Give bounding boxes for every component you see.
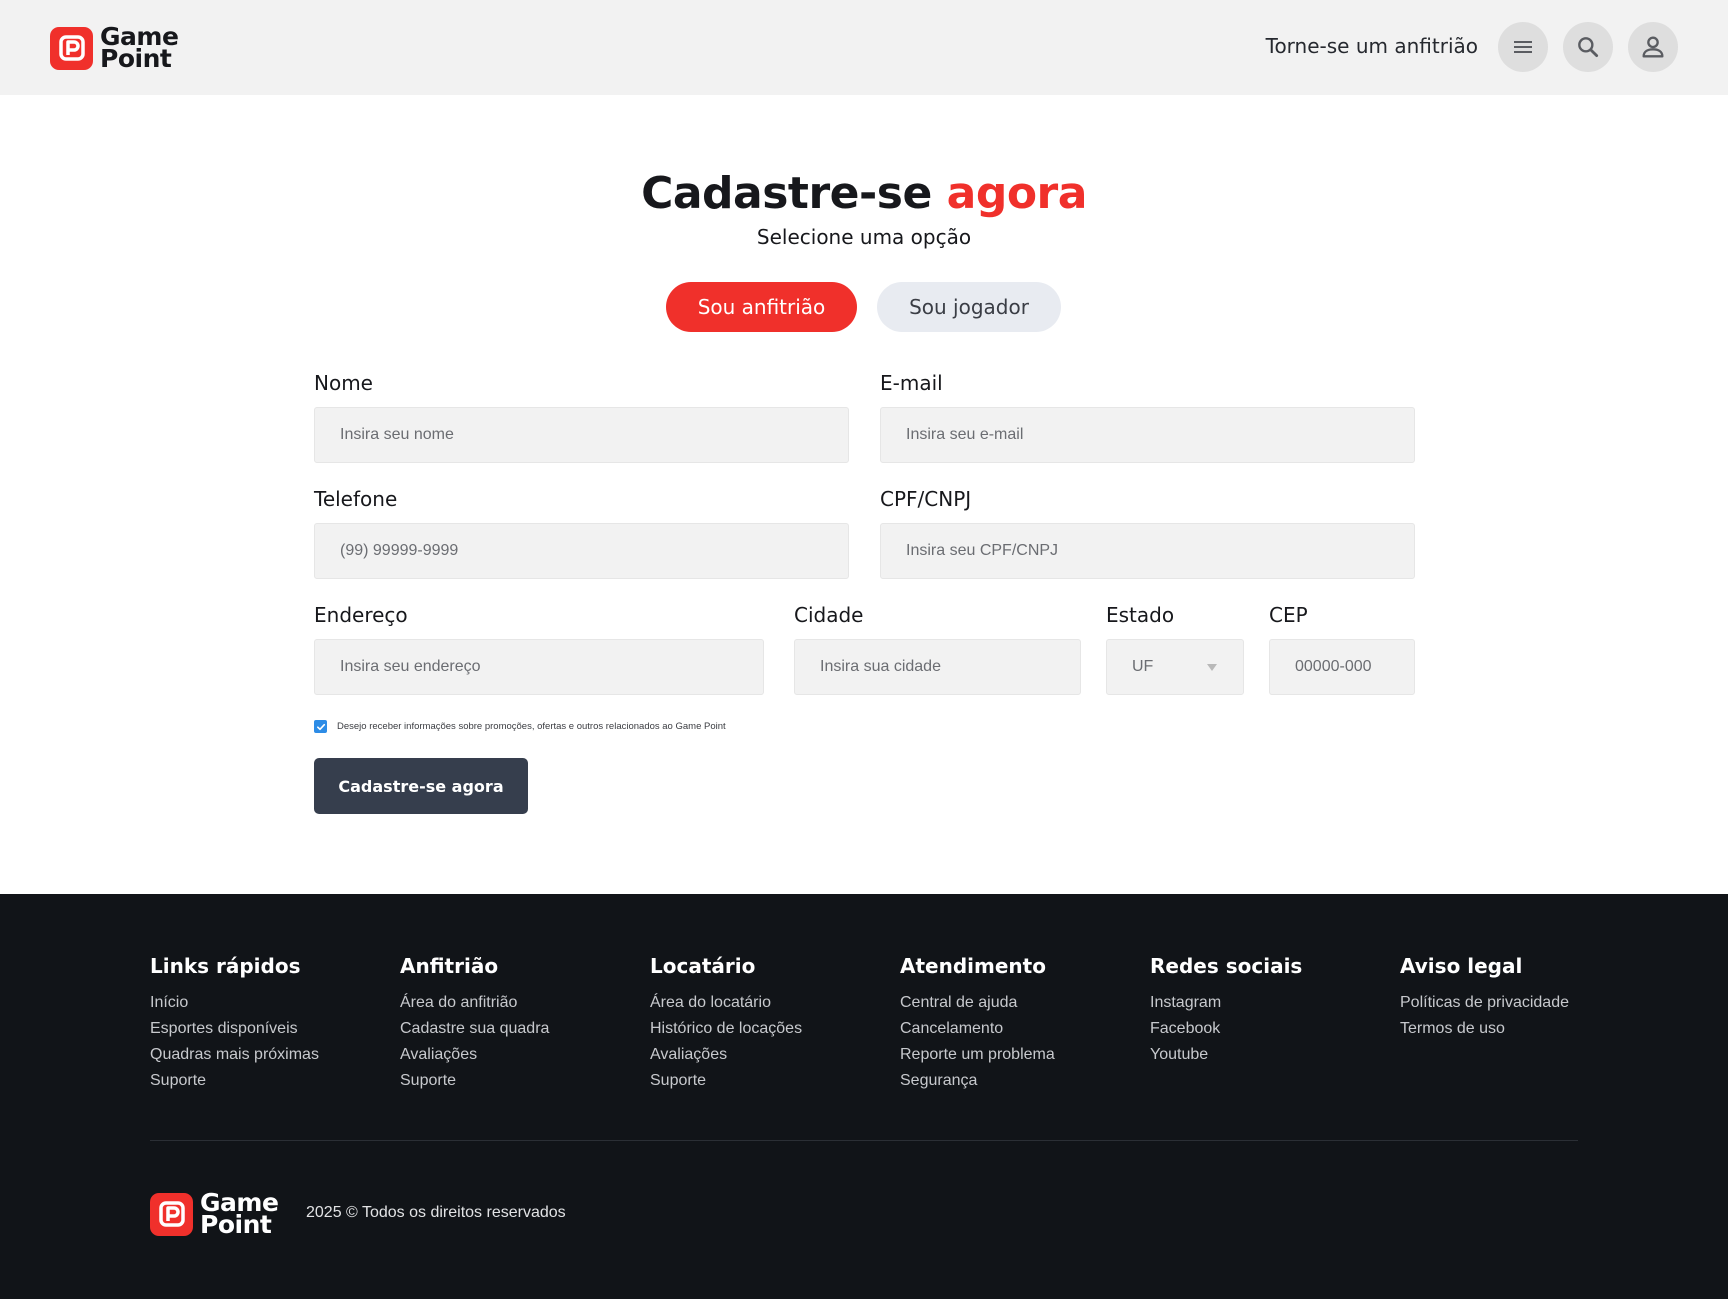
state-label: Estado xyxy=(1106,603,1175,627)
footer-column-title: Atendimento xyxy=(900,954,1046,978)
title-main: Cadastre-se xyxy=(641,168,932,219)
tab-host[interactable]: Sou anfitrião xyxy=(666,282,857,332)
submit-button[interactable]: Cadastre-se agora xyxy=(314,758,528,814)
footer-column-title: Anfitrião xyxy=(400,954,499,978)
footer-link[interactable]: Termos de uso xyxy=(1400,1016,1569,1042)
footer-column-title: Links rápidos xyxy=(150,954,301,978)
footer-column-host: Anfitrião Área do anfitrião Cadastre sua… xyxy=(400,954,549,1094)
footer-link[interactable]: Suporte xyxy=(650,1068,802,1094)
title-accent: agora xyxy=(946,168,1088,219)
page-subtitle: Selecione uma opção xyxy=(756,225,972,249)
city-label: Cidade xyxy=(794,603,864,627)
user-icon xyxy=(1642,36,1664,58)
state-select-value: UF xyxy=(1132,658,1154,675)
tab-player[interactable]: Sou jogador xyxy=(877,282,1061,332)
cep-field[interactable]: 00000-000 xyxy=(1269,639,1415,695)
footer-link[interactable]: Youtube xyxy=(1150,1042,1302,1068)
cpf-cnpj-label: CPF/CNPJ xyxy=(880,487,972,511)
footer-link[interactable]: Central de ajuda xyxy=(900,990,1055,1016)
account-button[interactable] xyxy=(1628,22,1678,72)
footer-column-tenant: Locatário Área do locatário Histórico de… xyxy=(650,954,802,1094)
footer-column-quick-links: Links rápidos Início Esportes disponívei… xyxy=(150,954,319,1094)
footer-link[interactable]: Instagram xyxy=(1150,990,1302,1016)
address-label: Endereço xyxy=(314,603,408,627)
address-field[interactable]: Insira seu endereço xyxy=(314,639,764,695)
state-select[interactable]: UF xyxy=(1106,639,1244,695)
footer-link[interactable]: Políticas de privacidade xyxy=(1400,990,1569,1016)
footer-column-support: Atendimento Central de ajuda Cancelament… xyxy=(900,954,1055,1094)
city-field[interactable]: Insira sua cidade xyxy=(794,639,1081,695)
checkmark-icon xyxy=(316,723,325,730)
footer-link[interactable]: Cadastre sua quadra xyxy=(400,1016,549,1042)
logo-mark-icon xyxy=(50,26,93,70)
search-icon xyxy=(1578,37,1599,58)
header-logo[interactable]: Game Point xyxy=(50,24,179,73)
footer-link[interactable]: Área do anfitrião xyxy=(400,990,549,1016)
footer-link[interactable]: Esportes disponíveis xyxy=(150,1016,319,1042)
footer-link[interactable]: Avaliações xyxy=(650,1042,802,1068)
chevron-down-icon xyxy=(1207,663,1217,671)
consent-checkbox[interactable] xyxy=(314,720,327,733)
top-header: Game Point Torne-se um anfitrião xyxy=(0,0,1728,95)
logo-text-line2: Point xyxy=(200,1210,272,1239)
footer-column-title: Locatário xyxy=(650,954,756,978)
name-label: Nome xyxy=(314,371,373,395)
menu-icon xyxy=(1514,41,1532,53)
cpf-cnpj-field[interactable]: Insira seu CPF/CNPJ xyxy=(880,523,1415,579)
phone-label: Telefone xyxy=(314,487,398,511)
footer-column-title: Redes sociais xyxy=(1150,954,1303,978)
footer-link[interactable]: Quadras mais próximas xyxy=(150,1042,319,1068)
footer-divider xyxy=(150,1140,1578,1141)
logo-mark-icon xyxy=(150,1192,193,1236)
become-host-link[interactable]: Torne-se um anfitrião xyxy=(1266,34,1478,58)
search-button[interactable] xyxy=(1563,22,1613,72)
phone-field[interactable]: (99) 99999-9999 xyxy=(314,523,849,579)
email-label: E-mail xyxy=(880,371,943,395)
email-field[interactable]: Insira seu e-mail xyxy=(880,407,1415,463)
copyright-text: 2025 © Todos os direitos reservados xyxy=(306,1204,566,1221)
footer-logo[interactable]: Game Point xyxy=(150,1190,279,1239)
footer-link[interactable]: Reporte um problema xyxy=(900,1042,1055,1068)
footer-link[interactable]: Cancelamento xyxy=(900,1016,1055,1042)
footer-link[interactable]: Área do locatário xyxy=(650,990,802,1016)
footer-link[interactable]: Histórico de locações xyxy=(650,1016,802,1042)
footer-link[interactable]: Facebook xyxy=(1150,1016,1302,1042)
footer-column-title: Aviso legal xyxy=(1400,954,1523,978)
name-field[interactable]: Insira seu nome xyxy=(314,407,849,463)
footer-column-legal: Aviso legal Políticas de privacidade Ter… xyxy=(1400,954,1569,1042)
footer-link[interactable]: Avaliações xyxy=(400,1042,549,1068)
page-title: Cadastre-se agora xyxy=(0,168,1728,219)
footer-link[interactable]: Segurança xyxy=(900,1068,1055,1094)
footer-link[interactable]: Suporte xyxy=(150,1068,319,1094)
consent-label: Desejo receber informações sobre promoçõ… xyxy=(337,721,726,732)
footer-link[interactable]: Início xyxy=(150,990,319,1016)
cep-label: CEP xyxy=(1269,603,1308,627)
footer-link[interactable]: Suporte xyxy=(400,1068,549,1094)
menu-button[interactable] xyxy=(1498,22,1548,72)
logo-text-line2: Point xyxy=(100,44,172,73)
site-footer: Links rápidos Início Esportes disponívei… xyxy=(0,894,1728,1299)
footer-column-social: Redes sociais Instagram Facebook Youtube xyxy=(1150,954,1302,1068)
